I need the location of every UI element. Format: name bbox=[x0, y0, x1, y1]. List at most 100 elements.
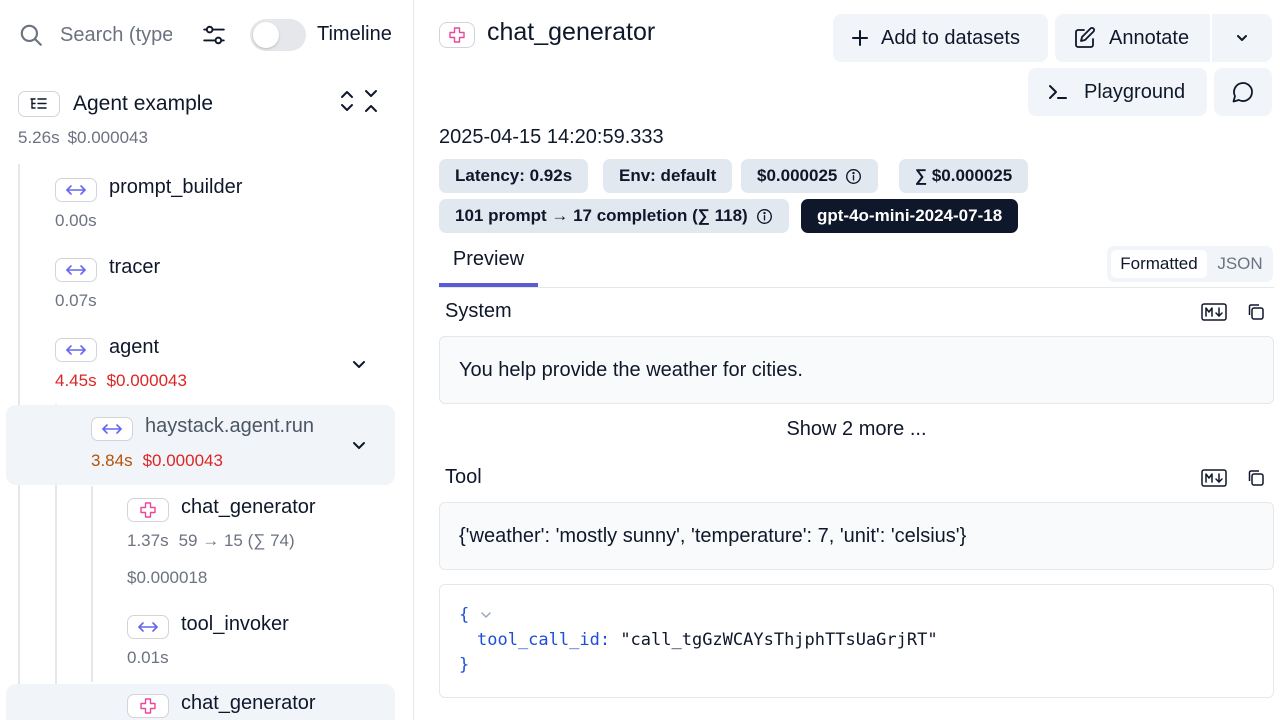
json-close-line: } bbox=[459, 655, 469, 675]
node-meta: 0.00s bbox=[55, 211, 97, 231]
llm-icon bbox=[439, 22, 475, 48]
message-circle-icon bbox=[1232, 82, 1253, 103]
node-title: haystack.agent.run bbox=[145, 415, 314, 437]
node-meta: 0.01s bbox=[127, 648, 169, 668]
arrow-left-right-icon bbox=[55, 338, 97, 362]
tree-node-agent[interactable]: agent 4.45s $0.000043 bbox=[40, 328, 400, 398]
env-chip: Env: default bbox=[603, 159, 733, 193]
show-more-button[interactable]: Show 2 more ... bbox=[439, 418, 1274, 441]
total-cost-chip: ∑ $0.000025 bbox=[899, 159, 1029, 193]
root-duration: 5.26s bbox=[18, 128, 60, 147]
arrow-left-right-icon bbox=[55, 178, 97, 202]
tool-message-text: {'weather': 'mostly sunny', 'temperature… bbox=[459, 525, 967, 547]
chevron-down-icon[interactable] bbox=[349, 354, 369, 374]
timeline-label: Timeline bbox=[317, 23, 392, 45]
chevron-down-icon bbox=[1237, 35, 1247, 41]
llm-icon bbox=[127, 694, 169, 718]
comment-button[interactable] bbox=[1214, 68, 1272, 116]
root-trace-title: Agent example bbox=[73, 92, 214, 115]
node-duration: 0.00s bbox=[55, 211, 97, 230]
system-message-label: System bbox=[445, 300, 512, 322]
tree-node-chat-generator-selected[interactable]: chat_generator bbox=[6, 684, 395, 720]
json-value: "call_tgGzWCAYsThjphTTsUaGrjRT" bbox=[620, 630, 938, 650]
trace-tree-panel: Timeline Agent example 5.26s $0.000043 pr… bbox=[0, 0, 414, 720]
span-timestamp: 2025-04-15 14:20:59.333 bbox=[439, 126, 664, 148]
chevrons-up-down-icon[interactable] bbox=[336, 88, 358, 114]
add-to-datasets-button[interactable]: Add to datasets bbox=[833, 14, 1048, 62]
tree-node-tracer[interactable]: tracer 0.07s bbox=[40, 248, 400, 318]
tree-node-prompt-builder[interactable]: prompt_builder 0.00s bbox=[40, 168, 400, 238]
node-duration: 0.07s bbox=[55, 291, 97, 310]
annotate-dropdown-button[interactable] bbox=[1212, 14, 1272, 62]
arrow-left-right-icon bbox=[55, 258, 97, 282]
token-usage-chip[interactable]: 101 prompt → 17 completion (∑ 118) bbox=[439, 199, 789, 233]
preview-tabbar: Preview Formatted JSON bbox=[439, 240, 1274, 288]
node-meta: 0.07s bbox=[55, 291, 97, 311]
chevron-down-icon[interactable] bbox=[480, 610, 492, 620]
chevrons-down-up-icon[interactable] bbox=[360, 88, 382, 114]
node-duration: 3.84s bbox=[91, 451, 133, 470]
json-open-line[interactable]: { bbox=[459, 605, 492, 625]
tool-message-box: {'weather': 'mostly sunny', 'temperature… bbox=[439, 502, 1274, 570]
root-cost: $0.000043 bbox=[67, 128, 148, 147]
info-icon[interactable] bbox=[756, 208, 773, 225]
tree-node-chat-generator[interactable]: chat_generator 1.37s 59 → 15 (∑ 74) $0.00… bbox=[110, 488, 400, 592]
root-trace-node[interactable]: Agent example 5.26s $0.000043 bbox=[18, 88, 398, 152]
node-duration: 0.01s bbox=[127, 648, 169, 667]
formatted-toggle[interactable]: Formatted bbox=[1111, 250, 1207, 278]
chevron-down-icon[interactable] bbox=[349, 435, 369, 455]
node-title: agent bbox=[109, 336, 160, 358]
env-value: Env: default bbox=[619, 166, 717, 185]
annotate-button[interactable]: Annotate bbox=[1055, 14, 1210, 62]
system-message-box: You help provide the weather for cities. bbox=[439, 336, 1274, 404]
annotate-label: Annotate bbox=[1109, 26, 1190, 49]
model-chip: gpt-4o-mini-2024-07-18 bbox=[801, 199, 1019, 233]
sliders-icon[interactable] bbox=[200, 22, 228, 48]
span-detail-panel: chat_generator Add to datasets Annotate … bbox=[415, 0, 1280, 720]
format-switch: Formatted JSON bbox=[1107, 246, 1273, 282]
node-meta: 1.37s 59 → 15 (∑ 74) bbox=[127, 531, 295, 551]
search-input[interactable] bbox=[60, 20, 172, 50]
tree-node-tool-invoker[interactable]: tool_invoker 0.01s bbox=[110, 605, 400, 675]
markdown-icon[interactable] bbox=[1201, 302, 1227, 322]
cost-chip[interactable]: $0.000025 bbox=[741, 159, 879, 193]
node-duration: 1.37s bbox=[127, 531, 169, 550]
latency-value: Latency: 0.92s bbox=[455, 166, 573, 185]
tree-node-haystack-agent-run[interactable]: haystack.agent.run 3.84s $0.000043 bbox=[6, 405, 395, 485]
tree-guide-line bbox=[91, 486, 93, 682]
json-key: tool_call_id: bbox=[477, 630, 611, 650]
node-cost: $0.000043 bbox=[142, 451, 223, 470]
node-meta: $0.000018 bbox=[127, 568, 207, 588]
playground-button[interactable]: Playground bbox=[1028, 68, 1207, 116]
tool-call-json-viewer: { tool_call_id: "call_tgGzWCAYsThjphTTsU… bbox=[439, 584, 1274, 698]
json-entry-line: tool_call_id: "call_tgGzWCAYsThjphTTsUaG… bbox=[477, 630, 938, 650]
node-title: chat_generator bbox=[181, 692, 316, 714]
tab-preview[interactable]: Preview bbox=[439, 240, 538, 287]
node-meta: 3.84s $0.000043 bbox=[91, 451, 223, 471]
node-title: prompt_builder bbox=[109, 176, 243, 198]
root-trace-meta: 5.26s $0.000043 bbox=[18, 128, 148, 148]
node-meta: 4.45s $0.000043 bbox=[55, 371, 187, 391]
llm-icon bbox=[127, 498, 169, 522]
info-icon[interactable] bbox=[845, 168, 862, 185]
node-cost: $0.000043 bbox=[106, 371, 187, 390]
copy-icon[interactable] bbox=[1246, 302, 1266, 322]
system-message-text: You help provide the weather for cities. bbox=[459, 359, 803, 381]
terminal-icon bbox=[1049, 85, 1067, 99]
latency-chip: Latency: 0.92s bbox=[439, 159, 589, 193]
json-toggle[interactable]: JSON bbox=[1211, 250, 1269, 278]
toggle-knob bbox=[253, 22, 279, 48]
search-icon bbox=[20, 24, 42, 46]
timeline-toggle[interactable] bbox=[250, 19, 306, 51]
markdown-icon[interactable] bbox=[1201, 468, 1227, 488]
node-title: tool_invoker bbox=[181, 613, 289, 635]
page-title: chat_generator bbox=[487, 18, 656, 46]
json-close-brace: } bbox=[459, 655, 470, 675]
pencil-square-icon bbox=[1075, 27, 1095, 48]
copy-icon[interactable] bbox=[1246, 468, 1266, 488]
arrow-left-right-icon bbox=[91, 417, 133, 441]
model-value: gpt-4o-mini-2024-07-18 bbox=[817, 206, 1003, 225]
playground-label: Playground bbox=[1084, 80, 1186, 103]
node-title: chat_generator bbox=[181, 496, 316, 518]
cost-value: $0.000025 bbox=[757, 166, 838, 185]
